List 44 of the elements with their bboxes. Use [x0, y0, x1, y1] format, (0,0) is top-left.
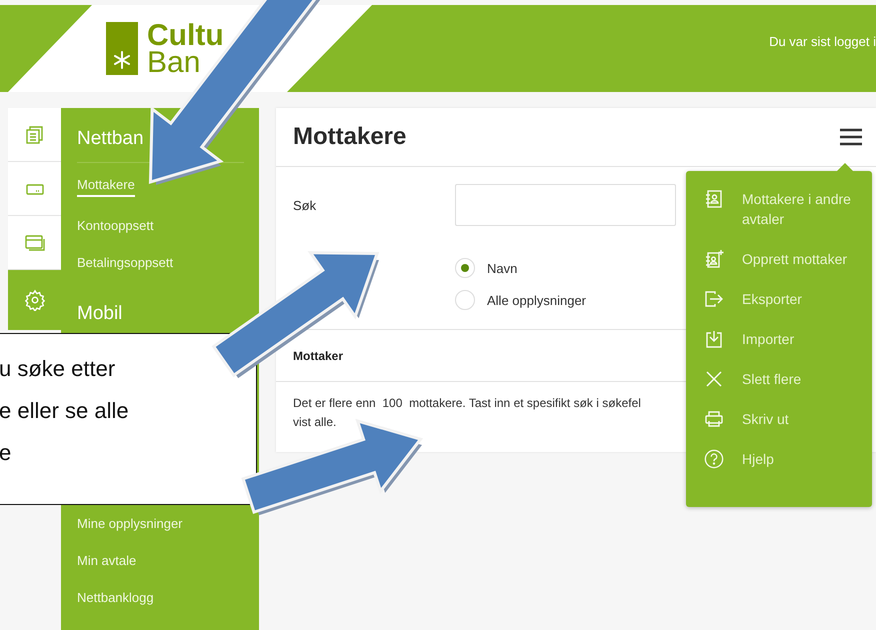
sidebar-link[interactable]: Mine opplysninger: [77, 516, 183, 532]
address-book-icon: [704, 189, 724, 209]
documents-icon: [24, 124, 44, 144]
section-heading: Mobil: [77, 303, 124, 326]
sidebar-link[interactable]: Mottakere: [77, 177, 135, 197]
callout-text: u søke etter: [0, 355, 116, 383]
card-icon: [24, 234, 46, 252]
page-title: Mottakere: [293, 123, 406, 151]
search-field[interactable]: [455, 184, 676, 226]
last-login-text: Du var sist logget i: [769, 34, 876, 49]
close-icon: [704, 369, 724, 389]
menu-item[interactable]: Hjelp: [704, 449, 854, 469]
printer-icon: [704, 409, 724, 429]
menu-icon: [840, 128, 862, 146]
info-text: vist alle.: [293, 414, 336, 431]
logo-text: Cultu: [147, 22, 224, 49]
radio-option[interactable]: Alle opplysninger: [455, 290, 686, 310]
help-icon: [704, 449, 724, 469]
sidebar-link[interactable]: Min avtale: [77, 553, 136, 569]
column-header: Mottaker: [293, 348, 344, 362]
menu-item[interactable]: Opprett mottaker: [704, 249, 854, 269]
import-icon: [704, 329, 724, 349]
menu-item[interactable]: Skriv ut: [704, 409, 854, 429]
menu-item[interactable]: Importer: [704, 329, 854, 349]
logo-text: Ban: [147, 49, 202, 76]
menu-item[interactable]: Eksporter: [704, 289, 854, 309]
sidebar-link[interactable]: Nettbanklogg: [77, 590, 154, 606]
callout-text: e eller se alle: [0, 397, 129, 425]
menu-button[interactable]: [840, 128, 862, 146]
callout-text: e: [0, 439, 12, 467]
info-text: Det er flere enn 100 mottakere. Tast inn et spesifikt søk i søkefel: [293, 395, 641, 412]
card-icon: [24, 182, 44, 196]
radio-button[interactable]: [455, 258, 475, 278]
radio-option[interactable]: Navn: [455, 258, 686, 278]
menu-item[interactable]: Slett flere: [704, 369, 854, 389]
add-contact-icon: [704, 249, 724, 269]
export-icon: [704, 289, 724, 309]
menu-item[interactable]: Mottakere i andre avtaler: [704, 189, 854, 229]
sidebar-link[interactable]: Betalingsoppsett: [77, 255, 174, 271]
logo-icon: [106, 22, 138, 75]
radio-button[interactable]: [455, 290, 475, 310]
settings-icon: [24, 289, 46, 311]
search-label: Søk: [293, 198, 318, 212]
sidebar-link[interactable]: Kontooppsett: [77, 218, 154, 234]
